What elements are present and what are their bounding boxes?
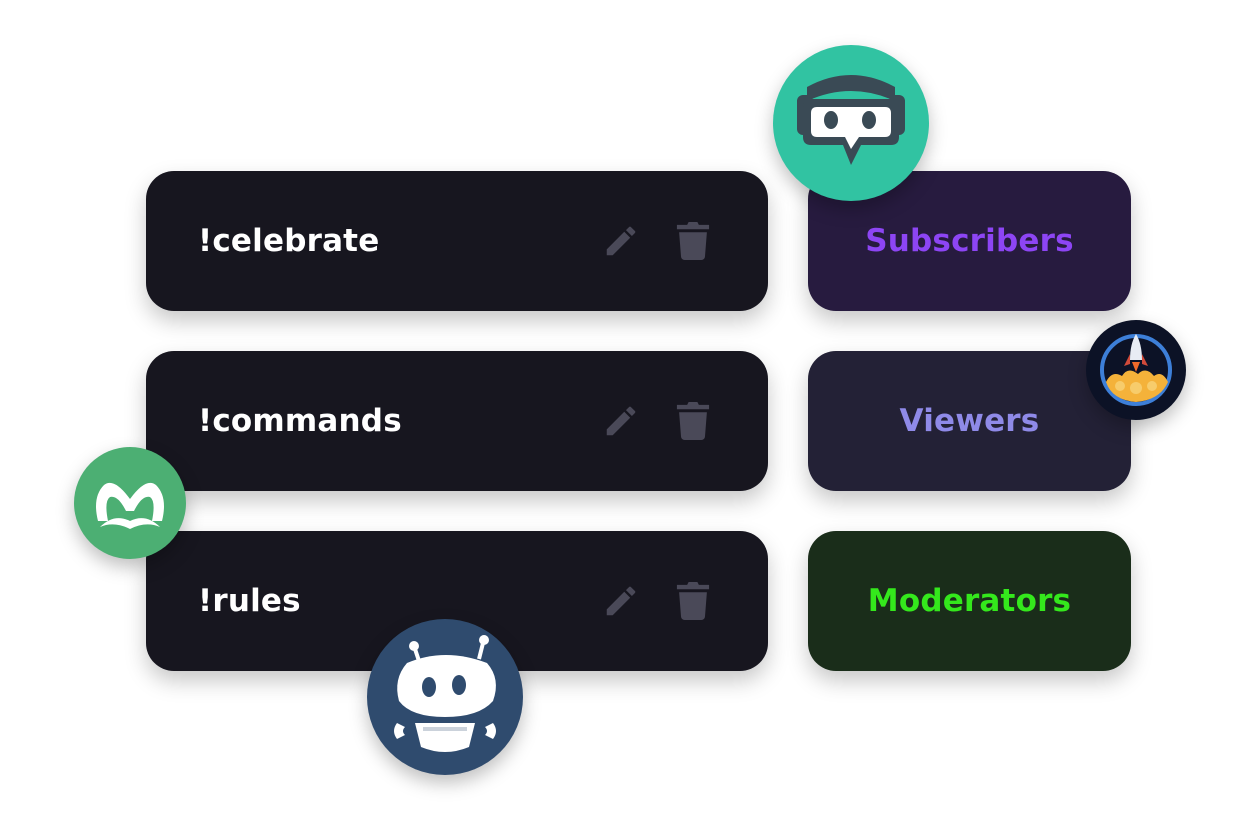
pencil-icon[interactable] [602, 402, 640, 440]
command-label: !commands [198, 403, 402, 439]
trash-icon[interactable] [676, 222, 710, 260]
m-bot-logo-icon [96, 482, 164, 529]
command-card-celebrate: !celebrate [146, 171, 768, 311]
role-badge-viewers[interactable]: Viewers [808, 351, 1131, 491]
command-label: !celebrate [198, 223, 380, 259]
rocket-bot-logo-icon [1100, 334, 1172, 406]
command-label: !rules [198, 583, 301, 619]
rocket-bot-logo [1086, 320, 1186, 420]
command-card-commands: !commands [146, 351, 768, 491]
streamlabs-logo-icon [797, 75, 905, 165]
trash-icon[interactable] [676, 582, 710, 620]
pencil-icon[interactable] [602, 582, 640, 620]
pencil-icon[interactable] [602, 222, 640, 260]
streamlabs-logo [773, 45, 929, 201]
m-bot-logo [74, 447, 186, 559]
role-badge-moderators[interactable]: Moderators [808, 531, 1131, 671]
robot-bot-logo [367, 619, 523, 775]
trash-icon[interactable] [676, 402, 710, 440]
robot-bot-logo-icon [394, 635, 496, 752]
